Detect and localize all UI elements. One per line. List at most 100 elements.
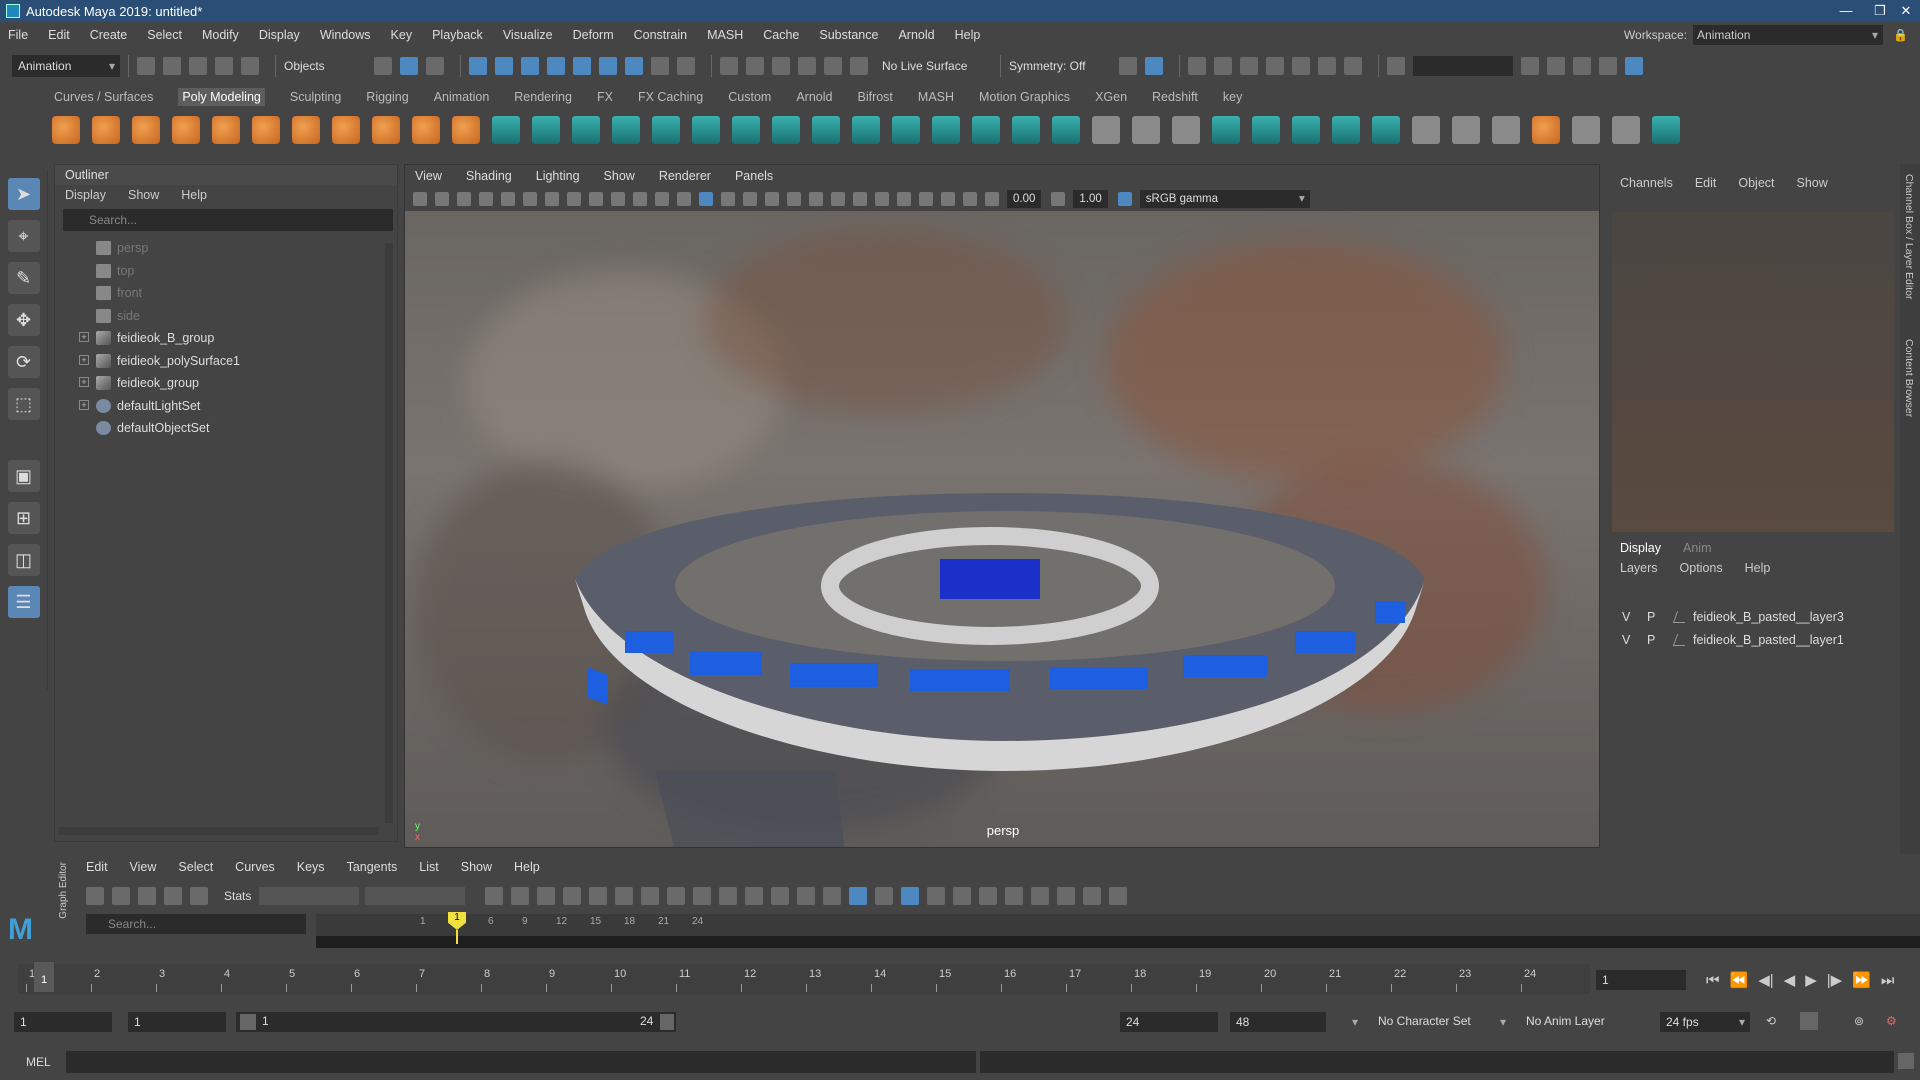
loop-icon[interactable]: ⟲ [1766, 1014, 1776, 1028]
break-tangent-icon[interactable] [745, 887, 764, 905]
select-component-icon[interactable] [426, 57, 444, 75]
field-chart-icon[interactable] [633, 192, 647, 206]
outliner-item-persp[interactable]: persp [55, 237, 397, 260]
move-key-icon[interactable] [86, 887, 104, 905]
go-to-end-icon[interactable]: ⏭ [1881, 972, 1895, 989]
menu-file[interactable]: File [8, 28, 28, 42]
auto-key-icon[interactable]: ⊚ [1854, 1014, 1864, 1028]
shelf-tab-animation[interactable]: Animation [434, 88, 490, 106]
grease-pencil-icon[interactable] [523, 192, 537, 206]
select-object-icon[interactable] [400, 57, 418, 75]
scissors-icon[interactable] [1492, 116, 1520, 144]
collapse-icon[interactable] [1052, 116, 1080, 144]
resolution-gate-icon[interactable] [589, 192, 603, 206]
magnet-icon[interactable] [1145, 57, 1163, 75]
exposure-field[interactable]: 0.00 [1007, 190, 1042, 208]
poly-disc-icon[interactable] [292, 116, 320, 144]
free-weight-icon[interactable] [797, 887, 816, 905]
cache-playback-icon[interactable] [1800, 1012, 1818, 1030]
skull-icon[interactable] [1612, 116, 1640, 144]
select-render-icon[interactable] [625, 57, 643, 75]
grid-icon[interactable] [545, 192, 559, 206]
menu-mash[interactable]: MASH [707, 28, 743, 42]
arnold-render-icon[interactable] [1318, 57, 1336, 75]
outliner-vertical-scrollbar[interactable] [385, 243, 393, 823]
ipr-render-icon[interactable] [1240, 57, 1258, 75]
flying-saucer-model[interactable] [405, 211, 1600, 848]
graph-current-time-marker[interactable]: 1 [448, 912, 470, 944]
planar-map-icon[interactable] [1172, 116, 1200, 144]
merge-icon[interactable] [1012, 116, 1040, 144]
shelf-tab-sculpting[interactable]: Sculpting [290, 88, 341, 106]
value-snap-icon[interactable] [901, 887, 920, 905]
menu-key[interactable]: Key [391, 28, 413, 42]
outliner-item-feidieok-polysurface1[interactable]: + feidieok_polySurface1 [55, 350, 397, 373]
expand-icon[interactable]: + [79, 399, 89, 410]
live-surface-label[interactable]: No Live Surface [882, 59, 992, 73]
select-deform-icon[interactable] [573, 57, 591, 75]
menu-edit[interactable]: Edit [48, 28, 70, 42]
shelf-tab-arnold[interactable]: Arnold [796, 88, 832, 106]
step-forward-frame-icon[interactable]: |▶ [1827, 971, 1842, 989]
character-controls-icon[interactable] [1547, 57, 1565, 75]
layer-menu-options[interactable]: Options [1680, 561, 1723, 575]
outliner-item-defaultobjectset[interactable]: defaultObjectSet [55, 417, 397, 440]
select-surface-icon[interactable] [547, 57, 565, 75]
viewport-menu-renderer[interactable]: Renderer [659, 169, 711, 183]
linear-tangent-icon[interactable] [641, 887, 660, 905]
side-tab-content-browser[interactable]: Content Browser [1903, 339, 1915, 417]
outliner-menu-display[interactable]: Display [65, 188, 106, 202]
graph-menu-keys[interactable]: Keys [297, 860, 325, 874]
lattice-icon[interactable] [138, 887, 156, 905]
channel-menu-object[interactable]: Object [1738, 176, 1774, 190]
lock-selection-icon[interactable] [651, 57, 669, 75]
menu-modify[interactable]: Modify [202, 28, 239, 42]
shelf-tab-custom[interactable]: Custom [728, 88, 771, 106]
range-slider-start-handle[interactable] [240, 1014, 256, 1030]
stats-value-field[interactable] [365, 887, 466, 905]
flat-tangent-icon[interactable] [667, 887, 686, 905]
quick-input-field[interactable] [1413, 56, 1513, 76]
open-scene-icon[interactable] [163, 57, 181, 75]
go-to-start-icon[interactable]: ⏮ [1706, 972, 1720, 989]
ambient-occlusion-icon[interactable] [831, 192, 845, 206]
four-view-icon[interactable]: ⊞ [7, 502, 40, 534]
outliner-search-input[interactable]: Search... [63, 209, 393, 231]
frame-playback-icon[interactable] [511, 887, 530, 905]
shelf-tab-xgen[interactable]: XGen [1095, 88, 1127, 106]
hypershade-icon[interactable] [1292, 57, 1310, 75]
render-settings-icon[interactable] [1266, 57, 1284, 75]
mel-command-input[interactable] [66, 1051, 976, 1073]
unfold-icon[interactable] [1372, 116, 1400, 144]
poly-cube-icon[interactable] [92, 116, 120, 144]
range-slider[interactable]: 1 24 [236, 1012, 676, 1032]
select-tool-icon[interactable]: ➤ [7, 178, 40, 210]
shadows-icon[interactable] [809, 192, 823, 206]
menu-playback[interactable]: Playback [432, 28, 483, 42]
menu-windows[interactable]: Windows [320, 28, 371, 42]
select-curve-icon[interactable] [521, 57, 539, 75]
sew-uv-icon[interactable] [1332, 116, 1360, 144]
character-set-dropdown[interactable]: No Character Set [1378, 1014, 1471, 1028]
side-tab-channel-box[interactable]: Channel Box / Layer Editor [1903, 174, 1915, 300]
expand-icon[interactable]: + [79, 332, 89, 342]
playback-start-field[interactable]: 1 [128, 1012, 226, 1032]
append-icon[interactable] [852, 116, 880, 144]
cut-uv-icon[interactable] [1292, 116, 1320, 144]
play-forwards-icon[interactable]: ▶ [1805, 971, 1817, 989]
selection-mode-label[interactable]: Objects [284, 59, 374, 73]
workspace-dropdown[interactable]: Animation [1693, 25, 1884, 45]
graph-search-input[interactable]: Search... [86, 914, 306, 934]
poly-platonic-icon[interactable] [332, 116, 360, 144]
menu-create[interactable]: Create [90, 28, 128, 42]
time-slider[interactable]: 1 2 3 4 5 6 7 8 9 10 11 12 13 14 15 16 17 18 19 20 21 22 23 24 … [10, 960, 1590, 998]
channel-menu-edit[interactable]: Edit [1695, 176, 1717, 190]
isolate-curve-icon[interactable] [1083, 887, 1102, 905]
preferences-icon[interactable]: ⚙ [1886, 1014, 1897, 1028]
snap-together-icon[interactable] [1452, 116, 1480, 144]
graph-curve-area[interactable] [316, 936, 1920, 948]
render-view-icon[interactable] [1188, 57, 1206, 75]
play-backwards-icon[interactable]: ◀ [1784, 971, 1796, 989]
shelf-tab-poly-modeling[interactable]: Poly Modeling [178, 88, 265, 106]
outliner-item-feidieok-b-group[interactable]: + feidieok_B_group [55, 327, 397, 350]
